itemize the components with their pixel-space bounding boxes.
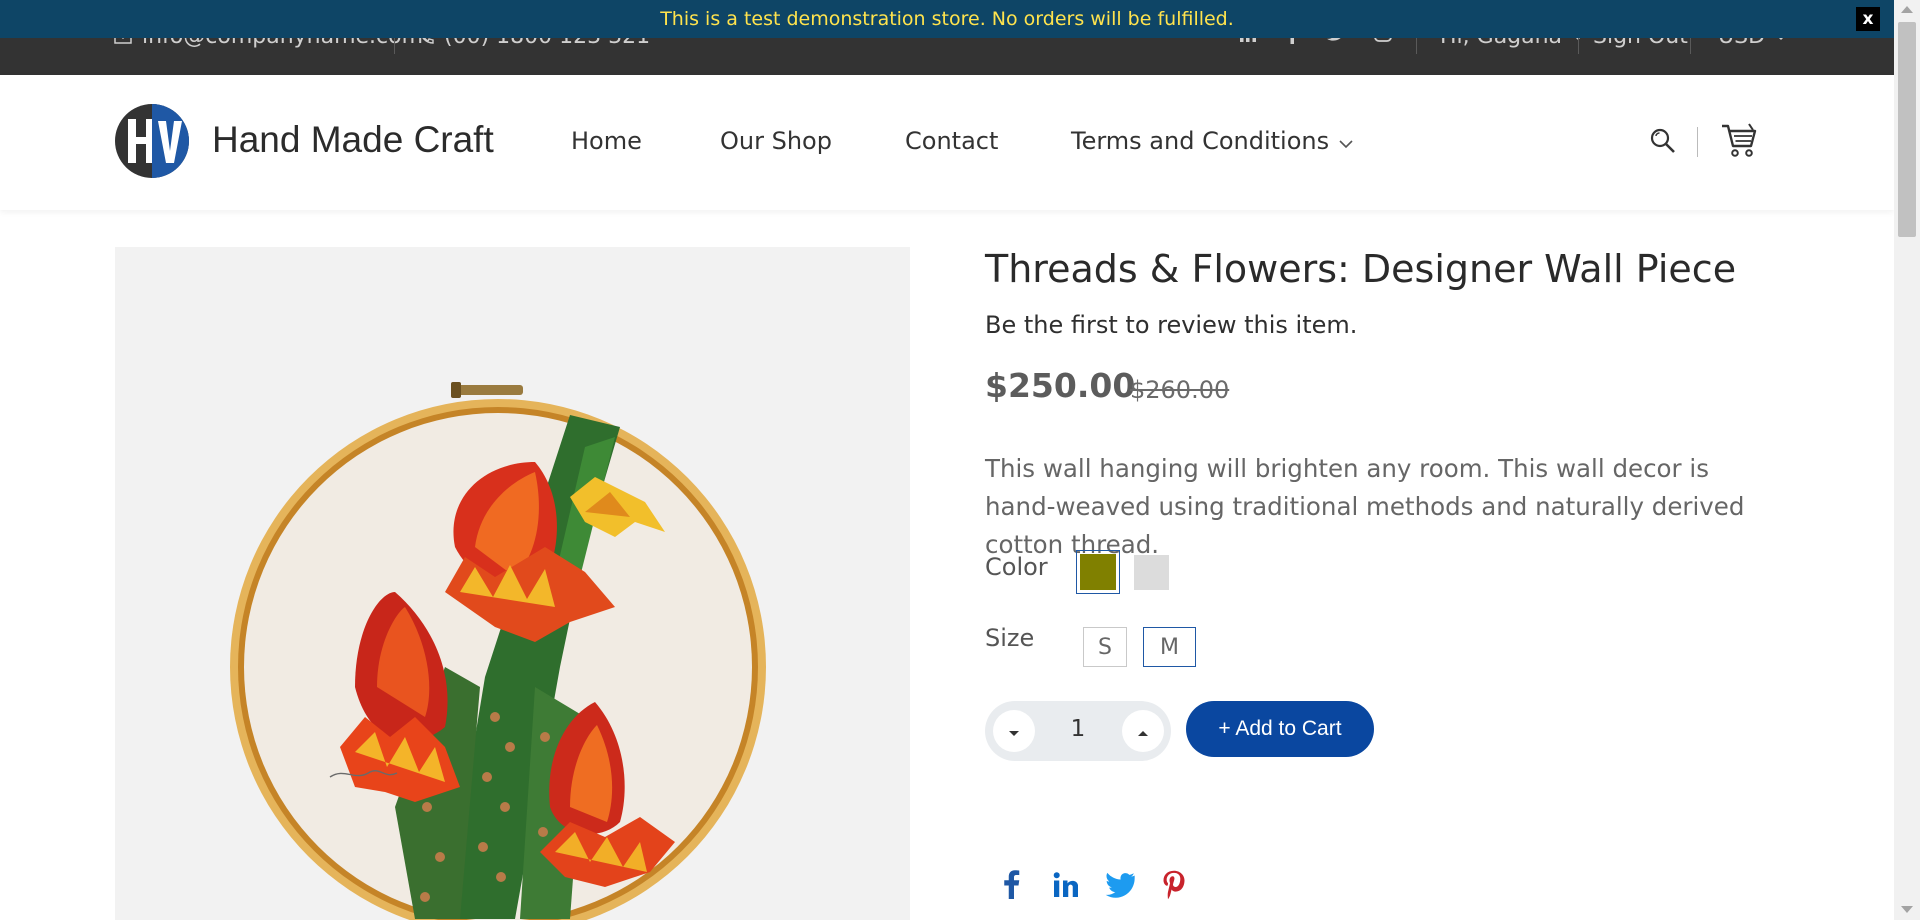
notice-text: This is a test demonstration store. No o… <box>660 8 1234 30</box>
size-option-m[interactable]: M <box>1143 627 1196 667</box>
nav-label: Home <box>571 127 642 155</box>
quantity-stepper: 1 <box>985 701 1171 761</box>
embroidery-hoop-image <box>230 382 766 920</box>
add-to-cart-button[interactable]: + Add to Cart <box>1186 701 1374 757</box>
twitter-icon[interactable] <box>1104 872 1136 903</box>
scroll-up-icon[interactable] <box>1901 6 1913 13</box>
facebook-icon[interactable] <box>1002 868 1020 904</box>
color-swatch-light-gray[interactable] <box>1134 555 1169 590</box>
caret-down-icon <box>1008 722 1020 741</box>
scroll-down-icon[interactable] <box>1901 906 1913 913</box>
site-header: Hand Made Craft Home Our Shop Contact Te… <box>0 75 1894 210</box>
product-image[interactable] <box>115 247 910 920</box>
color-label: Color <box>985 553 1048 581</box>
pinterest-icon[interactable] <box>1162 869 1186 905</box>
linkedin-icon[interactable] <box>1050 870 1082 904</box>
quantity-input[interactable]: 1 <box>1048 716 1108 742</box>
decrease-quantity-button[interactable] <box>993 710 1035 752</box>
color-swatch-olive[interactable] <box>1080 554 1116 590</box>
nav-label: Contact <box>905 127 999 155</box>
original-price: $260.00 <box>1130 376 1230 404</box>
nav-terms[interactable]: Terms and Conditions <box>1071 127 1353 155</box>
size-option-s[interactable]: S <box>1083 627 1127 667</box>
search-icon[interactable] <box>1649 127 1677 159</box>
nav-contact[interactable]: Contact <box>905 127 998 155</box>
product-price: $250.00 <box>985 366 1136 405</box>
brand-name[interactable]: Hand Made Craft <box>212 119 494 161</box>
product-description: This wall hanging will brighten any room… <box>985 454 1745 559</box>
nav-label: Terms and Conditions <box>1071 127 1330 155</box>
increase-quantity-button[interactable] <box>1122 710 1164 752</box>
nav-label: Our Shop <box>720 127 832 155</box>
review-prompt[interactable]: Be the first to review this item. <box>985 311 1357 339</box>
page-scrollbar[interactable] <box>1894 0 1920 920</box>
divider <box>1697 127 1698 157</box>
nav-our-shop[interactable]: Our Shop <box>720 127 832 155</box>
chevron-down-icon <box>1339 127 1353 155</box>
cart-icon[interactable] <box>1720 122 1758 162</box>
size-label: Size <box>985 624 1035 652</box>
demo-store-notice: This is a test demonstration store. No o… <box>0 0 1894 38</box>
close-notice-button[interactable]: x <box>1856 7 1880 31</box>
brand-logo[interactable] <box>114 103 190 179</box>
caret-up-icon <box>1137 722 1149 741</box>
nav-home[interactable]: Home <box>571 127 642 155</box>
product-title: Threads & Flowers: Designer Wall Piece <box>985 247 1737 291</box>
scrollbar-thumb[interactable] <box>1898 22 1916 237</box>
